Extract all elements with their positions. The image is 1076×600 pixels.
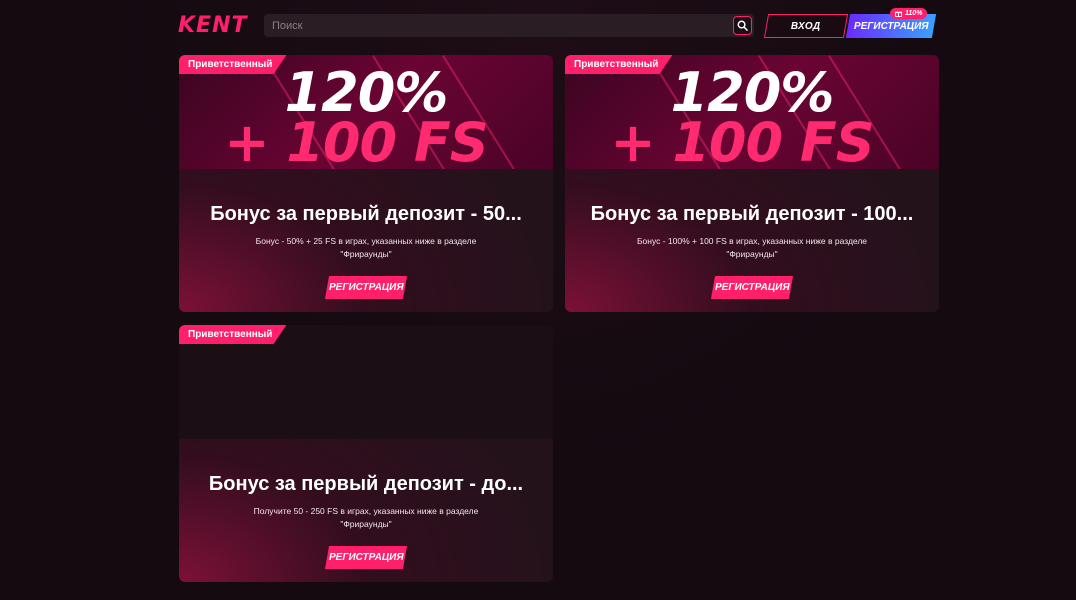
banner-freespins: + 100 FS (610, 111, 874, 169)
search-bar (264, 14, 754, 37)
login-button-label: ВХОД (791, 20, 821, 32)
bonus-card: Приветственный Бонус за первый депозит -… (179, 325, 553, 582)
register-button-label: РЕГИСТРАЦИЯ (853, 20, 929, 32)
register-bonus-button-label: РЕГИСТРАЦИЯ (714, 282, 790, 293)
register-bonus-button-label: РЕГИСТРАЦИЯ (328, 282, 404, 293)
welcome-tag: Приветственный (179, 325, 287, 344)
bonus-card: 120% + 100 FS Приветственный Бонус за пе… (179, 55, 553, 312)
bonus-title: Бонус за первый депозит - 50... (210, 203, 522, 225)
bonus-description: Бонус - 100% + 100 FS в играх, указанных… (636, 236, 868, 259)
banner-freespins: + 100 FS (224, 111, 488, 169)
logo[interactable]: KENT (178, 13, 248, 38)
bonus-title: Бонус за первый депозит - 100... (590, 203, 914, 225)
register-bonus-badge: 110% (890, 8, 928, 19)
login-button[interactable]: ВХОД (763, 14, 849, 38)
header: KENT ВХОД 110% РЕГИСТРАЦИЯ (0, 0, 1076, 52)
gift-icon (895, 11, 902, 17)
welcome-tag: Приветственный (565, 55, 673, 74)
bonus-title: Бонус за первый депозит - до... (208, 473, 524, 495)
bonus-description: Бонус - 50% + 25 FS в играх, указанных н… (255, 236, 477, 259)
register-bonus-button-label: РЕГИСТРАЦИЯ (328, 552, 404, 563)
register-bonus-button[interactable]: РЕГИСТРАЦИЯ (324, 546, 408, 569)
register-bonus-button[interactable]: РЕГИСТРАЦИЯ (710, 276, 794, 299)
welcome-tag: Приветственный (179, 55, 287, 74)
search-button[interactable] (733, 16, 752, 35)
search-icon (737, 20, 748, 31)
bonus-description: Получите 50 - 250 FS в играх, указанных … (253, 506, 479, 529)
register-bonus-button[interactable]: РЕГИСТРАЦИЯ (324, 276, 408, 299)
search-input[interactable] (264, 14, 733, 37)
register-badge-text: 110% (905, 10, 923, 17)
bonus-card: 120% + 100 FS Приветственный Бонус за пе… (565, 55, 939, 312)
